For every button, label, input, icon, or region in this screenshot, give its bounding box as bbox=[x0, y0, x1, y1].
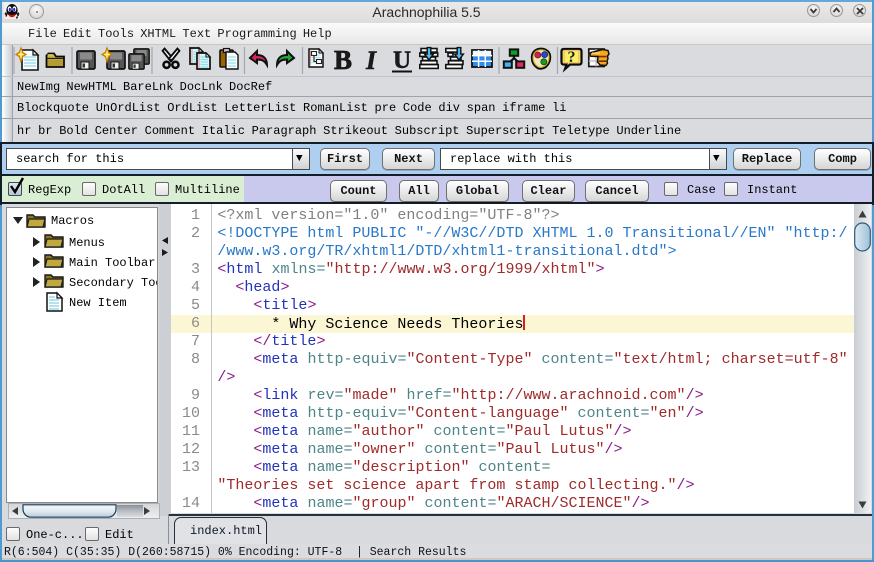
svg-text:B: B bbox=[334, 45, 352, 75]
svg-text:?: ? bbox=[568, 49, 576, 66]
svg-text:I: I bbox=[365, 46, 377, 75]
svg-text:U: U bbox=[393, 47, 411, 74]
